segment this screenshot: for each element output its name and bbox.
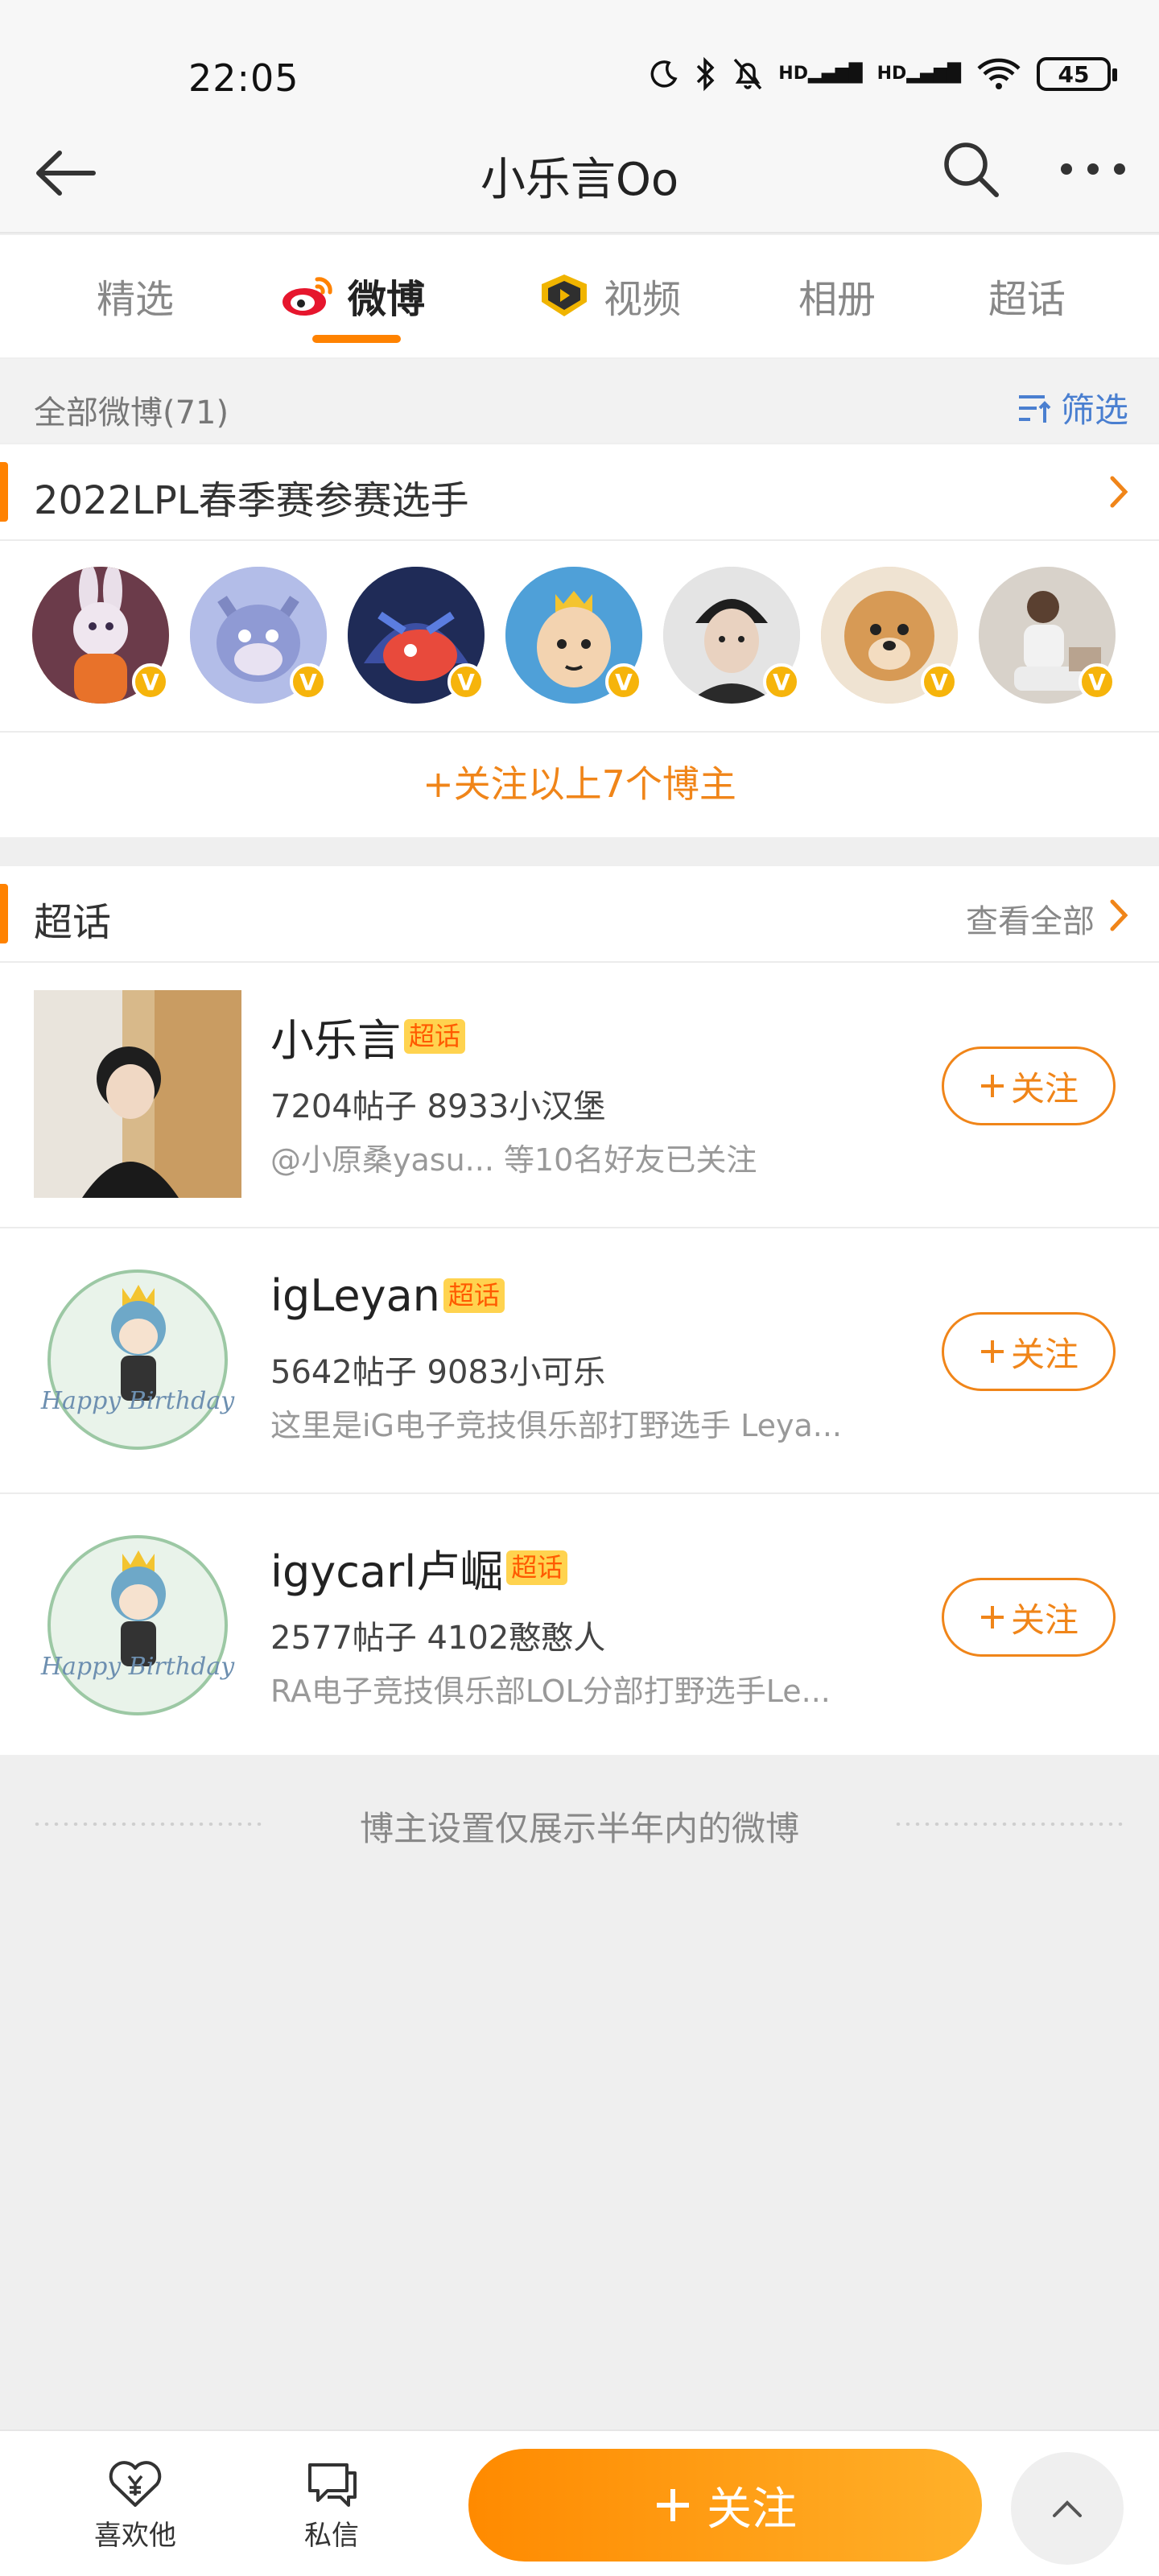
verified-badge-icon: V <box>132 663 169 700</box>
verified-badge-icon: V <box>448 663 485 700</box>
follow-topic-label: 关注 <box>1010 1334 1079 1374</box>
scroll-top-button[interactable] <box>1011 2452 1124 2565</box>
tab-supertopic[interactable]: 超话 <box>988 267 1066 324</box>
verified-badge-icon: V <box>605 663 642 700</box>
bluetooth-icon <box>697 56 715 92</box>
plus-icon <box>980 1606 1004 1629</box>
divider <box>0 539 1159 541</box>
wifi-icon <box>977 58 1021 89</box>
video-badge-icon <box>542 275 587 316</box>
accent-bar <box>0 884 8 943</box>
group-title-row[interactable]: 2022LPL春季赛参赛选手 <box>0 444 1159 539</box>
birthday-illustration: Happy Birthday <box>34 1521 241 1729</box>
supertopic-name-row: igycarl卢崛 超话 <box>270 1536 568 1600</box>
group-title: 2022LPL春季赛参赛选手 <box>34 478 469 523</box>
follow-user-label: 关注 <box>707 2483 797 2536</box>
like-label: 喜欢他 <box>94 2520 176 2552</box>
filter-icon <box>1018 394 1051 423</box>
supertopic-name: 小乐言 <box>270 1015 401 1066</box>
portrait-photo <box>34 990 241 1198</box>
like-button[interactable]: 喜欢他 <box>79 2458 192 2553</box>
status-time: 22:05 <box>188 56 299 100</box>
filter-button[interactable]: 筛选 <box>1016 383 1128 432</box>
supertopic-name: igycarl卢崛 <box>270 1546 504 1597</box>
birthday-text: Happy Birthday <box>40 1387 235 1415</box>
supertopic-stats: 7204帖子 8933小汉堡 <box>270 1088 606 1125</box>
follow-topic-button[interactable]: 关注 <box>942 1312 1116 1391</box>
signal-icon-2: HD▂▄▆█ <box>876 64 961 84</box>
active-tab-indicator <box>312 335 401 343</box>
supertopic-title-row: 超话 查看全部 <box>0 866 1159 961</box>
weibo-logo-icon <box>283 277 332 316</box>
tab-weibo-label: 微博 <box>348 277 426 322</box>
bottom-action-bar: 喜欢他 私信 关注 <box>0 2429 1159 2576</box>
supertopic-badge: 超话 <box>443 1278 505 1314</box>
supertopic-description: RA电子竞技俱乐部LOL分部打野选手Le... <box>270 1674 831 1709</box>
birthday-illustration: Happy Birthday <box>34 1256 241 1463</box>
tab-weibo[interactable]: 微博 <box>280 267 425 324</box>
supertopic-thumbnail: Happy Birthday <box>34 1256 241 1463</box>
supertopic-item[interactable]: Happy Birthday igLeyan 超话 5642帖子 9083小可乐… <box>0 1228 1159 1492</box>
see-all-link[interactable]: 查看全部 <box>966 895 1095 942</box>
supertopic-thumbnail <box>34 990 241 1198</box>
supertopic-thumbnail: Happy Birthday <box>34 1521 241 1729</box>
plus-icon <box>980 1075 1004 1097</box>
verified-badge-icon: V <box>1079 663 1116 700</box>
follow-topic-label: 关注 <box>1010 1068 1079 1108</box>
tab-video[interactable]: 视频 <box>536 267 681 324</box>
supertopic-stats: 5642帖子 9083小可乐 <box>270 1354 606 1391</box>
mute-bell-icon <box>733 58 762 90</box>
time-limit-notice: 博主设置仅展示半年内的微博 <box>0 1794 1159 1858</box>
follow-topic-button[interactable]: 关注 <box>942 1046 1116 1125</box>
supertopic-card: 超话 查看全部 小乐言 超话 7204帖子 8933小汉堡 @小原桑yasu..… <box>0 866 1159 1755</box>
avatar-row: V V V V V V V <box>32 567 1143 705</box>
message-button[interactable]: 私信 <box>275 2458 388 2553</box>
more-icon[interactable] <box>1061 159 1125 179</box>
follow-topic-button[interactable]: 关注 <box>942 1578 1116 1657</box>
verified-badge-icon: V <box>290 663 327 700</box>
plus-icon <box>980 1340 1004 1363</box>
follow-user-button[interactable]: 关注 <box>468 2449 982 2562</box>
supertopic-stats: 2577帖子 4102憨憨人 <box>270 1620 606 1657</box>
chevron-right-icon <box>1110 476 1128 508</box>
tab-video-label: 视频 <box>604 277 682 322</box>
verified-badge-icon: V <box>921 663 958 700</box>
top-bar: 22:05 HD▂▄▆█ HD▂▄▆█ 45 小乐言Oo <box>0 0 1159 233</box>
supertopic-description: 这里是iG电子竞技俱乐部打野选手 Leya... <box>270 1408 842 1443</box>
follow-topic-label: 关注 <box>1010 1600 1079 1640</box>
filter-row: 全部微博(71) 筛选 <box>0 359 1159 443</box>
tab-album[interactable]: 相册 <box>798 267 876 324</box>
filter-label: 筛选 <box>1060 390 1128 430</box>
battery-icon: 45 <box>1037 57 1117 91</box>
accent-bar <box>0 462 8 522</box>
player-group-card: 2022LPL春季赛参赛选手 V V V V V V V +关注以上7个博主 <box>0 444 1159 837</box>
signal-icon-1: HD▂▄▆█ <box>778 64 863 84</box>
supertopic-description: @小原桑yasu... 等10名好友已关注 <box>270 1142 757 1178</box>
plus-icon <box>657 2489 689 2521</box>
supertopic-badge: 超话 <box>404 1018 466 1055</box>
dotted-line <box>893 1823 1127 1826</box>
supertopic-badge: 超话 <box>506 1550 568 1586</box>
moon-icon <box>650 60 678 88</box>
supertopic-name-row: igLeyan 超话 <box>270 1270 505 1321</box>
follow-all-button[interactable]: +关注以上7个博主 <box>0 731 1159 837</box>
supertopic-name-row: 小乐言 超话 <box>270 1005 466 1068</box>
supertopic-title: 超话 <box>34 900 112 945</box>
message-icon <box>308 2463 357 2507</box>
chevron-right-icon[interactable] <box>1103 895 1135 935</box>
heart-yen-icon <box>109 2461 162 2507</box>
profile-tabs: 精选 微博 视频 相册 超话 <box>0 235 1159 357</box>
search-icon[interactable] <box>940 138 1001 200</box>
chevron-up-icon <box>1053 2500 1082 2517</box>
status-icons: HD▂▄▆█ HD▂▄▆█ 45 <box>648 56 1117 92</box>
birthday-text: Happy Birthday <box>40 1653 235 1681</box>
notice-text: 博主设置仅展示半年内的微博 <box>359 1809 799 1848</box>
message-label: 私信 <box>304 2520 359 2552</box>
verified-badge-icon: V <box>763 663 800 700</box>
weibo-count: 全部微博(71) <box>34 394 229 431</box>
supertopic-item[interactable]: 小乐言 超话 7204帖子 8933小汉堡 @小原桑yasu... 等10名好友… <box>0 963 1159 1227</box>
supertopic-name: igLeyan <box>270 1270 440 1321</box>
tab-featured[interactable]: 精选 <box>97 267 174 324</box>
supertopic-item[interactable]: Happy Birthday igycarl卢崛 超话 2577帖子 4102憨… <box>0 1494 1159 1758</box>
